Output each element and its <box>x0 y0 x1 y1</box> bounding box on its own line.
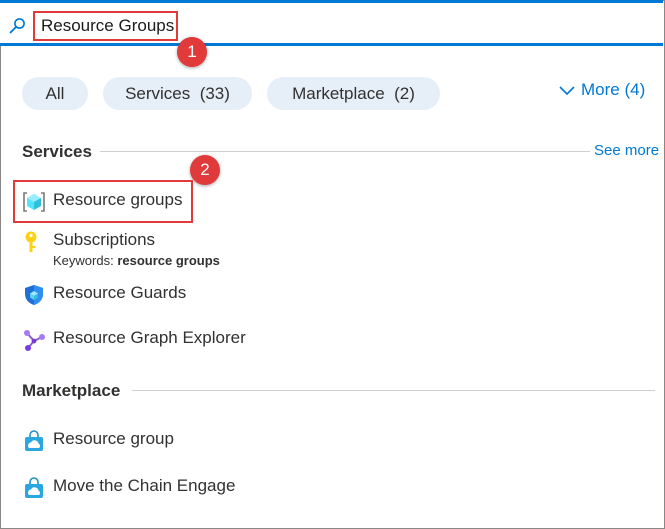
marketplace-bag-icon <box>22 429 46 453</box>
filter-chip-all[interactable]: All <box>22 77 88 110</box>
search-focus-underline <box>0 43 663 46</box>
service-item-resource-graph-explorer[interactable]: Resource Graph Explorer <box>22 326 262 354</box>
marketplace-divider <box>132 390 655 391</box>
more-label: More (4) <box>581 80 646 99</box>
services-divider <box>100 151 590 152</box>
chevron-down-icon <box>559 86 575 96</box>
marketplace-item-resource-group[interactable]: Resource group <box>22 427 212 455</box>
more-button[interactable]: More (4) <box>559 79 645 101</box>
see-more-link[interactable]: See more <box>594 142 659 159</box>
search-input[interactable]: Resource Groups <box>33 11 178 41</box>
marketplace-item-move-the-chain-engage[interactable]: Move the Chain Engage <box>22 474 252 502</box>
callout-badge-1: 1 <box>177 37 207 67</box>
subscriptions-keywords: Keywords: resource groups <box>53 253 220 268</box>
marketplace-item-label: Resource group <box>53 429 174 448</box>
service-item-label: Resource Guards <box>53 283 187 302</box>
shield-icon <box>22 283 46 307</box>
service-item-subscriptions[interactable]: Subscriptions <box>22 228 222 256</box>
graph-explorer-icon <box>22 328 46 352</box>
filter-chip-marketplace[interactable]: Marketplace (2) <box>267 77 440 110</box>
marketplace-item-label: Move the Chain Engage <box>53 476 236 495</box>
search-bar: Resource Groups <box>0 3 663 44</box>
services-section-title: Services <box>22 142 92 161</box>
service-item-label: Subscriptions <box>53 230 156 249</box>
search-icon <box>9 17 27 35</box>
highlight-box <box>13 180 193 223</box>
service-item-resource-guards[interactable]: Resource Guards <box>22 281 222 309</box>
key-icon <box>22 230 46 254</box>
callout-badge-2: 2 <box>190 155 220 185</box>
service-item-label: Resource Graph Explorer <box>53 328 246 347</box>
marketplace-section-title: Marketplace <box>22 381 121 400</box>
filter-chip-services[interactable]: Services (33) <box>103 77 252 110</box>
marketplace-bag-icon <box>22 476 46 500</box>
